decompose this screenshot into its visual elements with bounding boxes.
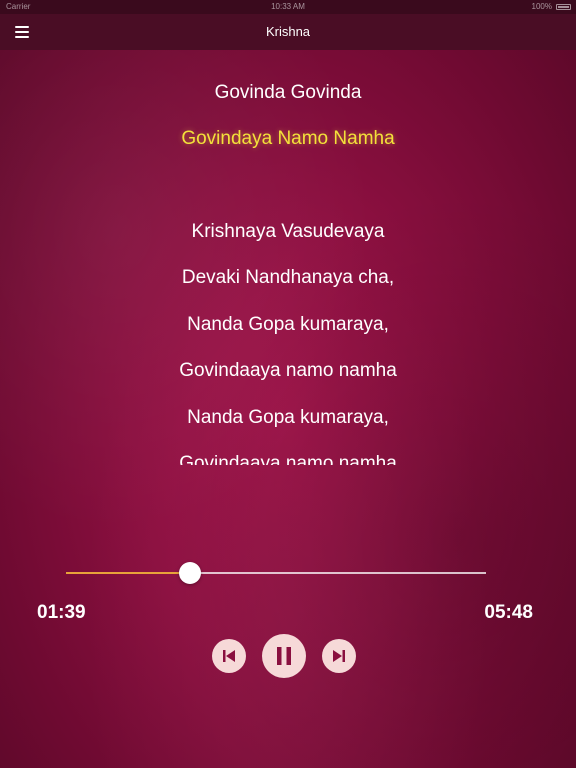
play-pause-button[interactable] [262,634,306,678]
skip-previous-icon [223,650,235,662]
lyric-line: Nanda Gopa kumaraya, [187,407,389,428]
elapsed-time: 01:39 [37,602,86,623]
total-duration: 05:48 [484,602,533,623]
page-title: Krishna [265,24,311,39]
lyric-line: Govinda Govinda [214,82,362,103]
battery-icon [556,4,571,10]
lyric-line: Krishnaya Vasudevaya [191,221,385,242]
seek-progress [66,572,191,574]
status-time: 10:33 AM [271,2,305,11]
status-battery-text: 100% [531,2,552,11]
seek-bar[interactable] [66,562,486,584]
nav-bar: Krishna [0,14,576,50]
skip-next-icon [333,650,345,662]
seek-thumb[interactable] [179,562,202,584]
lyric-line: Govindaaya namo namha [179,453,397,465]
next-button[interactable] [322,639,356,673]
lyrics-panel: Govinda Govinda Govindaya Namo Namha Kri… [0,70,576,465]
lyric-line-active: Govindaya Namo Namha [181,128,395,149]
lyric-line: Nanda Gopa kumaraya, [187,314,389,335]
pause-icon [277,647,291,665]
lyric-line: Devaki Nandhanaya cha, [181,267,395,288]
status-bar: Carrier 10:33 AM 100% [0,0,576,14]
previous-button[interactable] [212,639,246,673]
lyric-line: Govindaaya namo namha [179,360,397,381]
